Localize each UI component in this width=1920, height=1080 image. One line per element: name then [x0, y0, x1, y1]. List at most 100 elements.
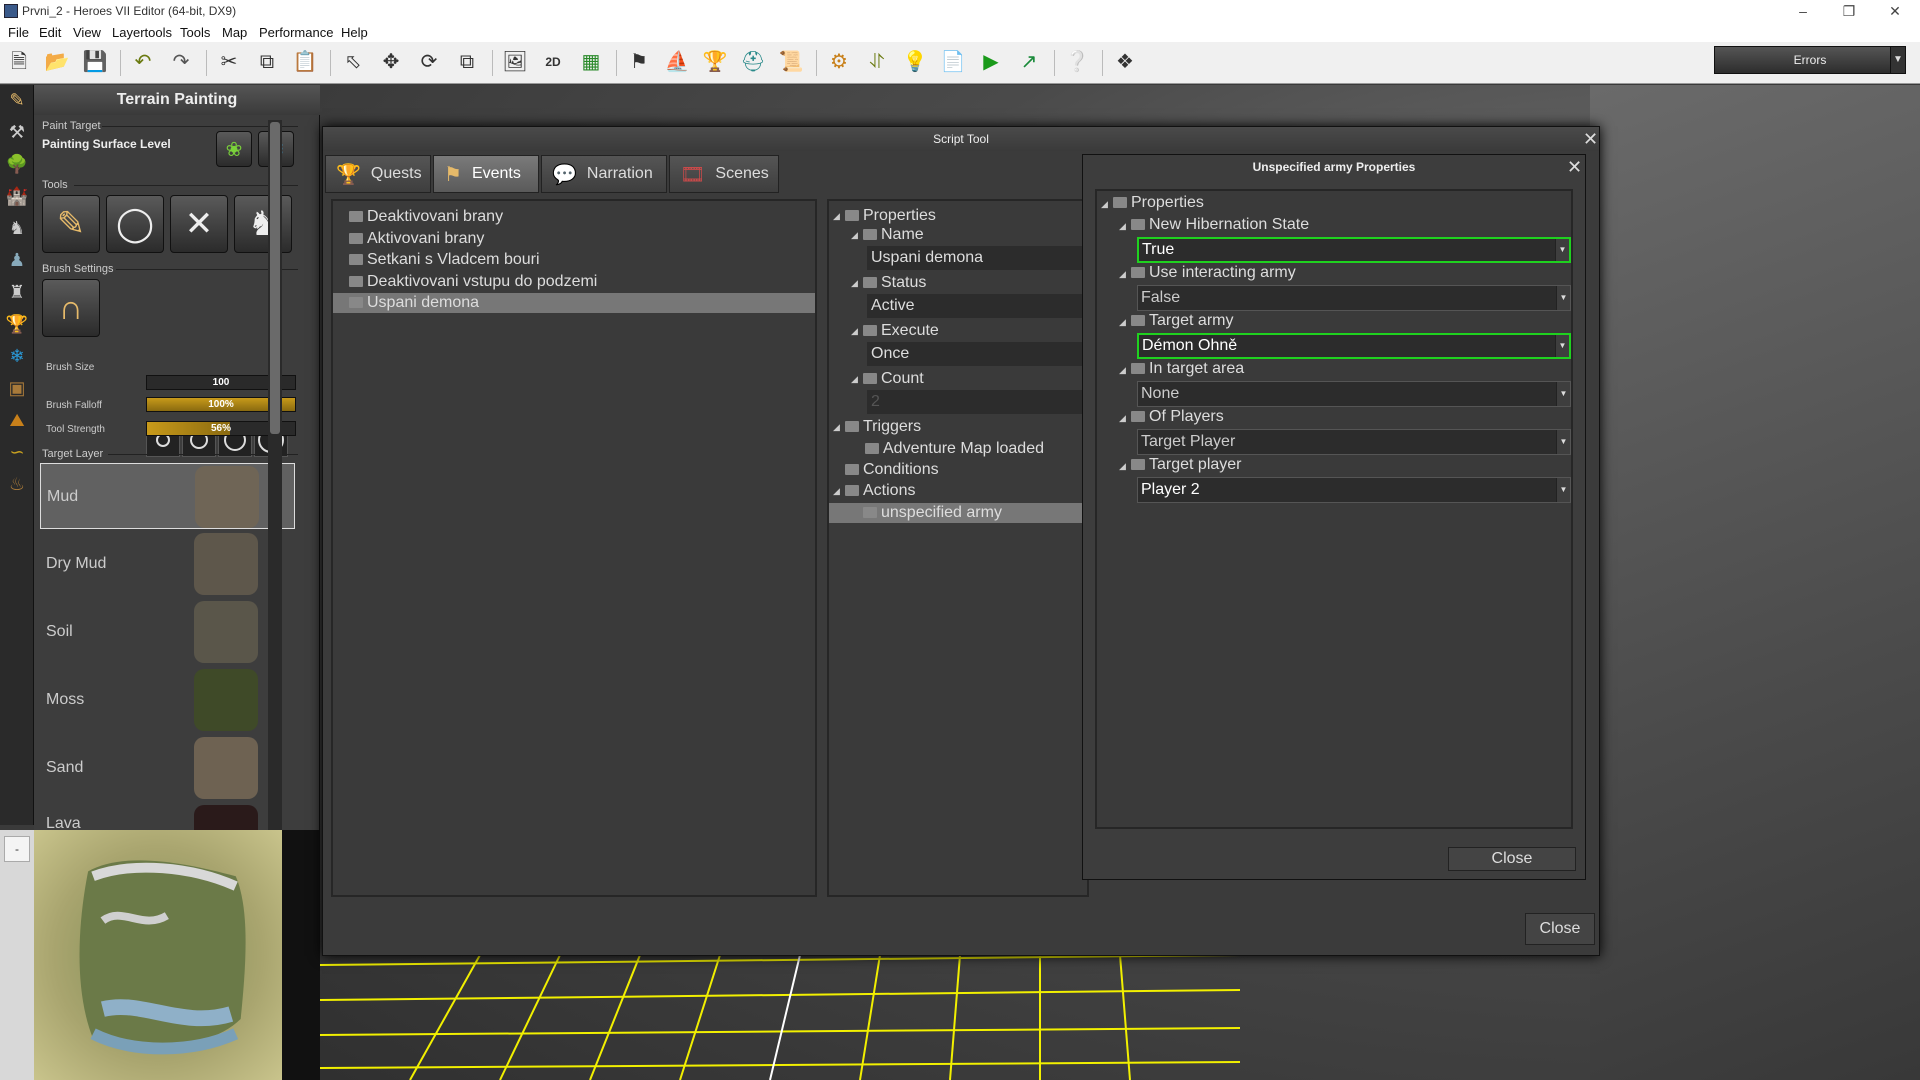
tree-execute[interactable]: Execute: [863, 321, 939, 341]
leaf-icon[interactable]: ❀: [216, 131, 252, 167]
menu-tools[interactable]: Tools: [180, 25, 210, 40]
pickaxe-icon[interactable]: ⚒: [4, 119, 30, 145]
castle-icon[interactable]: ⚑: [624, 47, 654, 77]
count-field[interactable]: 2: [867, 390, 1087, 414]
layer-item[interactable]: Moss: [40, 667, 295, 733]
gears-icon[interactable]: ⚙: [824, 47, 854, 77]
save-icon[interactable]: 💾: [80, 47, 110, 77]
decoration-icon[interactable]: ♨: [4, 471, 30, 497]
road-icon[interactable]: ∽: [4, 439, 30, 465]
menu-performance[interactable]: Performance: [259, 25, 333, 40]
tab-quests[interactable]: 🏆 Quests: [325, 155, 431, 193]
tree-triggers[interactable]: Triggers: [845, 417, 921, 437]
select-icon[interactable]: ⬁: [338, 47, 368, 77]
tree-name[interactable]: Name: [863, 225, 924, 245]
prop-of-players[interactable]: Of Players: [1131, 407, 1224, 427]
of-players-dropdown[interactable]: Target Player ▼: [1137, 429, 1571, 455]
camera-icon[interactable]: 🖼: [500, 47, 530, 77]
rider-icon[interactable]: ♞: [234, 195, 292, 253]
tree-trigger-item[interactable]: Adventure Map loaded: [865, 439, 1044, 459]
minimize-button[interactable]: –: [1780, 0, 1826, 22]
target-area-dropdown[interactable]: None ▼: [1137, 381, 1571, 407]
helmet-icon[interactable]: ⛑: [738, 47, 768, 77]
menu-map[interactable]: Map: [222, 25, 247, 40]
layer-item[interactable]: Sand: [40, 735, 295, 801]
minimap-collapse-button[interactable]: -: [4, 836, 30, 862]
target-player-dropdown[interactable]: Player 2 ▼: [1137, 477, 1571, 503]
town-icon[interactable]: 🏰: [4, 183, 30, 209]
redo-icon[interactable]: ↷: [166, 47, 196, 77]
list-item-selected[interactable]: Uspani demona: [333, 293, 815, 313]
close-window-button[interactable]: ✕: [1872, 0, 1918, 22]
tree-count[interactable]: Count: [863, 369, 924, 389]
menu-file[interactable]: File: [8, 25, 29, 40]
minimap[interactable]: [34, 830, 286, 1080]
prop-target-area[interactable]: In target area: [1131, 359, 1244, 379]
crystal-icon[interactable]: ❄: [4, 343, 30, 369]
prop-hibernation[interactable]: New Hibernation State: [1131, 215, 1309, 235]
restore-button[interactable]: ❐: [1826, 0, 1872, 22]
bulb-icon[interactable]: 💡: [900, 47, 930, 77]
tab-events[interactable]: ⚑ Events: [433, 155, 539, 193]
layer-item[interactable]: Dry Mud: [40, 531, 295, 597]
undo-icon[interactable]: ↶: [128, 47, 158, 77]
tree-conditions[interactable]: Conditions: [845, 460, 939, 480]
layer-item[interactable]: Mud: [40, 463, 295, 529]
menu-view[interactable]: View: [73, 25, 101, 40]
tree-actions[interactable]: Actions: [845, 481, 915, 501]
tree-icon[interactable]: 🌳: [4, 151, 30, 177]
name-field[interactable]: Uspani demona: [867, 246, 1087, 270]
cut-icon[interactable]: ✂: [214, 47, 244, 77]
properties-close-icon[interactable]: ✕: [1567, 158, 1582, 176]
layer-item[interactable]: Soil: [40, 599, 295, 665]
scale-icon[interactable]: ⧉: [452, 47, 482, 77]
erase-icon[interactable]: ✕: [170, 195, 228, 253]
script-tool-close-icon[interactable]: ✕: [1583, 130, 1598, 148]
terrain-brush-icon[interactable]: ✎: [4, 87, 30, 113]
tree-status[interactable]: Status: [863, 273, 926, 293]
list-item[interactable]: Deaktivovani vstupu do podzemi: [349, 272, 815, 292]
chest-icon[interactable]: ▣: [4, 375, 30, 401]
script-tool-close-button[interactable]: Close: [1525, 913, 1595, 945]
script-icon[interactable]: 📄: [938, 47, 968, 77]
prop-target-army[interactable]: Target army: [1131, 311, 1233, 331]
prop-use-interacting[interactable]: Use interacting army: [1131, 263, 1296, 283]
scroll-icon[interactable]: 📜: [776, 47, 806, 77]
list-item[interactable]: Setkani s Vladcem bouri: [349, 250, 815, 270]
hibernation-dropdown[interactable]: True ▼: [1137, 237, 1571, 263]
help-icon[interactable]: ❔: [1062, 47, 1092, 77]
use-interacting-dropdown[interactable]: False ▼: [1137, 285, 1571, 311]
tree-properties[interactable]: Properties: [845, 206, 936, 226]
paste-icon[interactable]: 📋: [290, 47, 320, 77]
open-folder-icon[interactable]: 📂: [42, 47, 72, 77]
errors-dropdown-arrow[interactable]: ▼: [1890, 46, 1906, 74]
list-item[interactable]: Deaktivovani brany: [349, 207, 815, 227]
prop-root[interactable]: Properties: [1113, 193, 1204, 213]
arrows-icon[interactable]: ⥯: [862, 47, 892, 77]
list-item[interactable]: Aktivovani brany: [349, 229, 815, 249]
play-icon[interactable]: ▶: [976, 47, 1006, 77]
hero-icon[interactable]: ♟: [4, 247, 30, 273]
target-army-dropdown[interactable]: Démon Ohně ▼: [1137, 333, 1571, 359]
menu-edit[interactable]: Edit: [39, 25, 61, 40]
tab-narration[interactable]: 💬 Narration: [541, 155, 667, 193]
new-file-icon[interactable]: 🗎: [4, 47, 34, 77]
tab-scenes[interactable]: 🎞 Scenes: [669, 155, 779, 193]
unit-icon[interactable]: ♞: [4, 215, 30, 241]
export-icon[interactable]: ↗: [1014, 47, 1044, 77]
rotate-icon[interactable]: ⟳: [414, 47, 444, 77]
move-icon[interactable]: ✥: [376, 47, 406, 77]
terrain-panel-scroll-thumb[interactable]: [270, 122, 280, 434]
debug-icon[interactable]: ❖: [1110, 47, 1140, 77]
ship-icon[interactable]: ⛵: [662, 47, 692, 77]
2d-view-icon[interactable]: 2D: [538, 47, 568, 77]
grid-icon[interactable]: ▦: [576, 47, 606, 77]
tree-action-item-selected[interactable]: unspecified army: [829, 503, 1087, 523]
building-icon[interactable]: ⛰: [4, 407, 30, 433]
menu-layertools[interactable]: Layertools: [112, 25, 172, 40]
status-field[interactable]: Active: [867, 294, 1087, 318]
properties-close-button[interactable]: Close: [1448, 847, 1576, 871]
goblet-icon[interactable]: 🏆: [4, 311, 30, 337]
menu-help[interactable]: Help: [341, 25, 368, 40]
copy-icon[interactable]: ⧉: [252, 47, 282, 77]
